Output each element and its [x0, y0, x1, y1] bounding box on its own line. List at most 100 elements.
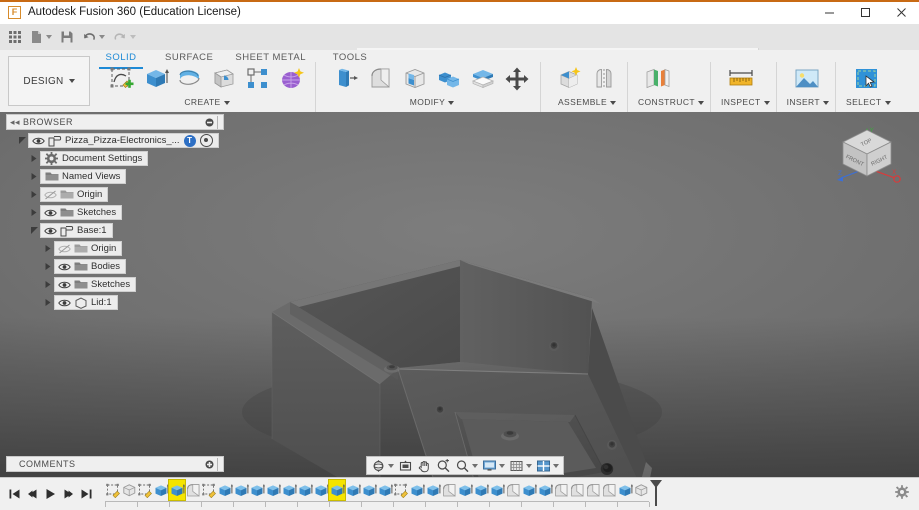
redo-icon[interactable] [110, 26, 139, 48]
comments-options-icon[interactable] [201, 460, 217, 469]
activate-component-icon[interactable] [200, 134, 213, 147]
insert-group-caret-icon[interactable] [823, 101, 829, 105]
tree-pill-origin[interactable]: Origin [40, 187, 108, 202]
redo-dropdown-caret-icon[interactable] [130, 35, 136, 39]
timeline-settings-icon[interactable] [895, 485, 909, 499]
timeline-feature-sketch[interactable] [393, 480, 409, 500]
expand-arrow-icon[interactable] [42, 295, 54, 310]
new-component-icon[interactable] [554, 63, 586, 95]
step-back-icon[interactable] [23, 483, 41, 505]
browser-options-icon[interactable] [201, 118, 217, 127]
tree-pill-lid[interactable]: Lid:1 [54, 295, 118, 310]
tree-pill-root[interactable]: Pizza_Pizza-Electronics_... T [28, 133, 219, 148]
joint-icon[interactable] [588, 63, 620, 95]
timeline-feature-fillet[interactable] [185, 480, 201, 500]
shell-icon[interactable] [399, 63, 431, 95]
undo-icon[interactable] [79, 26, 108, 48]
create-form-icon[interactable] [276, 63, 308, 95]
ribbon-group-label-insert[interactable]: INSERT [787, 96, 829, 107]
timeline-feature-extrude[interactable] [233, 480, 249, 500]
visibility-eye-off-icon[interactable] [43, 190, 58, 200]
modify-group-caret-icon[interactable] [448, 101, 454, 105]
construct-group-caret-icon[interactable] [698, 101, 704, 105]
combine-icon[interactable] [433, 63, 465, 95]
tree-node-bodies[interactable]: Bodies [6, 259, 224, 274]
timeline-feature-sketch[interactable] [201, 480, 217, 500]
timeline-feature-extrude[interactable] [329, 480, 345, 500]
timeline-track[interactable] [105, 480, 919, 508]
display-settings-icon[interactable] [480, 457, 507, 474]
timeline-feature-extrude[interactable] [521, 480, 537, 500]
select-group-caret-icon[interactable] [885, 101, 891, 105]
tree-node-origin[interactable]: Origin [6, 187, 224, 202]
timeline-feature-extrude[interactable] [409, 480, 425, 500]
tree-pill-document-settings[interactable]: Document Settings [40, 151, 148, 166]
app-grid-icon[interactable] [5, 26, 25, 48]
timeline-feature-extrude[interactable] [313, 480, 329, 500]
timeline-feature-extrude[interactable] [457, 480, 473, 500]
fit-icon[interactable] [453, 457, 480, 474]
timeline-feature-fillet[interactable] [505, 480, 521, 500]
timeline-feature-extrude[interactable] [473, 480, 489, 500]
timeline-feature-extrude[interactable] [265, 480, 281, 500]
tree-pill-base[interactable]: Base:1 [40, 223, 113, 238]
pan-icon[interactable] [415, 457, 434, 474]
expand-arrow-icon[interactable] [42, 259, 54, 274]
orbit-icon[interactable] [369, 457, 396, 474]
expand-arrow-icon[interactable] [42, 241, 54, 256]
visibility-eye-icon[interactable] [57, 280, 72, 290]
browser-resize-grip[interactable] [217, 116, 223, 129]
expand-arrow-icon[interactable] [28, 151, 40, 166]
timeline-feature-extrude[interactable] [377, 480, 393, 500]
tree-pill-bodies[interactable]: Bodies [54, 259, 126, 274]
tree-node-sketches[interactable]: Sketches [6, 205, 224, 220]
timeline-feature-fillet[interactable] [601, 480, 617, 500]
tree-pill-sketches[interactable]: Sketches [40, 205, 122, 220]
close-button[interactable] [883, 0, 919, 24]
timeline-feature-sketch[interactable] [137, 480, 153, 500]
3d-viewport[interactable]: ◂◂ BROWSER [0, 112, 919, 478]
offset-face-icon[interactable] [467, 63, 499, 95]
orbit-caret-icon[interactable] [388, 464, 394, 468]
go-to-beginning-icon[interactable] [5, 483, 23, 505]
create-group-caret-icon[interactable] [224, 101, 230, 105]
play-icon[interactable] [41, 483, 59, 505]
maximize-button[interactable] [847, 0, 883, 24]
component-badge-icon[interactable]: T [184, 135, 196, 147]
timeline-feature-fillet[interactable] [441, 480, 457, 500]
ribbon-group-label-construct[interactable]: CONSTRUCT [638, 96, 704, 107]
zoom-icon[interactable] [434, 457, 453, 474]
minimize-button[interactable] [811, 0, 847, 24]
revolve-icon[interactable] [174, 63, 206, 95]
viewcube[interactable]: Y X Z TOP FRONT RIGHT [829, 120, 905, 196]
timeline-feature-body[interactable] [633, 480, 649, 500]
move-copy-icon[interactable] [501, 63, 533, 95]
timeline-feature-fillet[interactable] [553, 480, 569, 500]
extrude-icon[interactable] [140, 63, 172, 95]
visibility-eye-off-icon[interactable] [57, 244, 72, 254]
tree-node-base-origin[interactable]: Origin [6, 241, 224, 256]
expand-arrow-icon[interactable] [28, 187, 40, 202]
go-to-end-icon[interactable] [77, 483, 95, 505]
inspect-group-caret-icon[interactable] [764, 101, 770, 105]
timeline-feature-sketch[interactable] [105, 480, 121, 500]
pattern-icon[interactable] [242, 63, 274, 95]
timeline-feature-extrude[interactable] [297, 480, 313, 500]
timeline-feature-extrude[interactable] [345, 480, 361, 500]
fillet-icon[interactable] [365, 63, 397, 95]
timeline-feature-extrude[interactable] [537, 480, 553, 500]
look-at-icon[interactable] [396, 457, 415, 474]
timeline-feature-extrude[interactable] [489, 480, 505, 500]
step-forward-icon[interactable] [59, 483, 77, 505]
save-icon[interactable] [57, 26, 77, 48]
tree-node-document-settings[interactable]: Document Settings [6, 151, 224, 166]
comments-panel[interactable]: COMMENTS [6, 456, 224, 472]
timeline-feature-extrude[interactable] [249, 480, 265, 500]
display-settings-caret-icon[interactable] [499, 464, 505, 468]
tree-node-base[interactable]: Base:1 [6, 223, 224, 238]
ribbon-group-label-modify[interactable]: MODIFY [330, 96, 534, 107]
file-dropdown-caret-icon[interactable] [46, 35, 52, 39]
expand-arrow-icon[interactable] [28, 223, 40, 238]
expand-arrow-icon[interactable] [16, 133, 28, 148]
ribbon-group-label-inspect[interactable]: INSPECT [721, 96, 770, 107]
